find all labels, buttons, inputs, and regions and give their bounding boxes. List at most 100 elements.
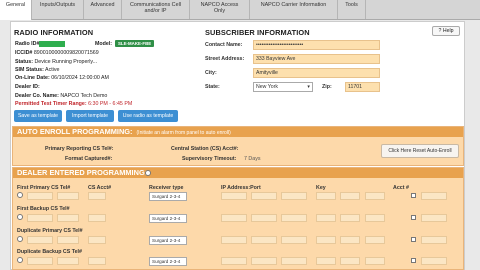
row2-acct-num[interactable]	[421, 214, 447, 222]
row1-acct-field[interactable]	[88, 192, 106, 200]
row2-tel-field[interactable]	[27, 214, 53, 222]
row3-tel2-field[interactable]	[57, 236, 79, 244]
receiver-type-header: Receiver type	[149, 185, 184, 191]
dealer-programming-section: DEALER ENTERED PROGRAMMING: CS Acct# Rec…	[12, 167, 464, 270]
zip-field[interactable]: 11701	[345, 82, 380, 92]
row2-ip-1[interactable]	[221, 214, 247, 222]
state-select[interactable]: New York ▾	[253, 82, 313, 92]
reset-auto-enroll-button[interactable]: Click Here Reset Auto-Enroll	[381, 144, 459, 158]
row3-ip-1[interactable]	[221, 236, 247, 244]
row1-tel2-field[interactable]	[57, 192, 79, 200]
row3-tel-field[interactable]	[27, 236, 53, 244]
radio-id-value	[39, 41, 65, 47]
use-radio-template-button[interactable]: Use radio as template	[118, 110, 178, 122]
row2-radio[interactable]	[17, 214, 23, 220]
radio-id-label: Radio ID#	[15, 41, 40, 47]
auto-enroll-section: AUTO ENROLL PROGRAMMING: (Initiate an ala…	[12, 126, 464, 166]
row3-receiver-select[interactable]: Surgard 2-3-4	[149, 236, 187, 245]
row1-ip-2[interactable]	[251, 192, 277, 200]
row4-ip-3[interactable]	[281, 257, 307, 265]
row3-acct-field[interactable]	[88, 236, 106, 244]
subscriber-info-title: SUBSCRIBER INFORMATION	[205, 28, 310, 37]
row4-key-3[interactable]	[365, 257, 385, 265]
row3-radio[interactable]	[17, 236, 23, 242]
row4-key-2[interactable]	[340, 257, 360, 265]
row4-key-1[interactable]	[316, 257, 336, 265]
chevron-down-icon: ▾	[307, 84, 310, 90]
street-label: Street Address:	[205, 56, 245, 62]
import-template-button[interactable]: Import template	[66, 110, 114, 122]
row2-key-1[interactable]	[316, 214, 336, 222]
row1-checkbox[interactable]	[411, 193, 416, 198]
dealer-programming-header: DEALER ENTERED PROGRAMMING:	[13, 168, 463, 178]
key-header: Key	[316, 185, 326, 191]
row3-key-3[interactable]	[365, 236, 385, 244]
row4-acct-field[interactable]	[88, 257, 106, 265]
model-badge: SLE-MAKE-FBE	[115, 40, 155, 47]
row1-key-3[interactable]	[365, 192, 385, 200]
row4-checkbox[interactable]	[411, 258, 416, 263]
dealer-programming-radio[interactable]	[145, 170, 151, 176]
row1-ip-3[interactable]	[281, 192, 307, 200]
street-field[interactable]: 333 Bayview Ave	[253, 54, 380, 64]
city-label: City:	[205, 70, 217, 76]
row2-checkbox[interactable]	[411, 215, 416, 220]
dealer-co-row: Dealer Co. Name: NAPCO Tech Demo	[15, 93, 108, 99]
row1-receiver-select[interactable]: Surgard 2-3-4	[149, 192, 187, 201]
first-primary-label: First Primary CS Tel#	[17, 185, 71, 191]
tab-napco-access[interactable]: NAPCO Access Only	[190, 0, 250, 19]
row3-key-1[interactable]	[316, 236, 336, 244]
online-value: 06/10/2024 12:00:00 AM	[51, 75, 109, 81]
contact-field[interactable]: ••••••••••••••••••••••••••	[253, 40, 380, 50]
city-field[interactable]: Amityville	[253, 68, 380, 78]
supervisory-timeout-label: Supervisory Timeout:	[182, 156, 237, 162]
row4-tel2-field[interactable]	[57, 257, 79, 265]
tab-napco-carrier[interactable]: NAPCO Carrier Information	[250, 0, 338, 19]
row3-acct-num[interactable]	[421, 236, 447, 244]
row4-acct-num[interactable]	[421, 257, 447, 265]
tab-inputs-outputs[interactable]: Inputs/Outputs	[32, 0, 84, 19]
duplicate-backup-label: Duplicate Backup CS Tel#	[17, 249, 82, 255]
row2-key-2[interactable]	[340, 214, 360, 222]
tab-tools[interactable]: Tools	[338, 0, 366, 19]
row1-acct-num[interactable]	[421, 192, 447, 200]
help-button[interactable]: ? Help	[432, 26, 460, 36]
row2-tel2-field[interactable]	[57, 214, 79, 222]
auto-enroll-note: (Initiate an alarm from panel to auto en…	[136, 130, 231, 136]
row2-key-3[interactable]	[365, 214, 385, 222]
row4-radio[interactable]	[17, 257, 23, 263]
dealer-id-row: Dealer ID:	[15, 84, 40, 90]
row3-key-2[interactable]	[340, 236, 360, 244]
row1-key-2[interactable]	[340, 192, 360, 200]
save-template-button[interactable]: Save as template	[14, 110, 62, 122]
contact-label: Contact Name:	[205, 42, 243, 48]
central-acct-label: Central Station (CS) Acct#:	[171, 146, 239, 152]
row3-checkbox[interactable]	[411, 237, 416, 242]
row2-acct-field[interactable]	[88, 214, 106, 222]
tab-communications[interactable]: Communications Cell and/or IP	[122, 0, 190, 19]
row2-ip-2[interactable]	[251, 214, 277, 222]
row4-ip-1[interactable]	[221, 257, 247, 265]
status-value: Device Running Properly...	[34, 59, 98, 65]
acct-header: Acct #	[393, 185, 409, 191]
dealer-co-value: NAPCO Tech Demo	[60, 93, 108, 99]
timer-value: 6:30 PM - 6:45 PM	[88, 101, 133, 107]
auto-enroll-header: AUTO ENROLL PROGRAMMING: (Initiate an ala…	[13, 127, 463, 137]
row4-ip-2[interactable]	[251, 257, 277, 265]
row1-radio[interactable]	[17, 192, 23, 198]
row1-tel-field[interactable]	[27, 192, 53, 200]
state-label: State:	[205, 84, 220, 90]
row4-receiver-select[interactable]: Surgard 2-3-4	[149, 257, 187, 266]
status-row: Status: Device Running Properly...	[15, 59, 98, 65]
tab-bar: General Inputs/Outputs Advanced Communic…	[0, 0, 480, 20]
row2-receiver-select[interactable]: Surgard 2-3-4	[149, 214, 187, 223]
row4-tel-field[interactable]	[27, 257, 53, 265]
row2-ip-3[interactable]	[281, 214, 307, 222]
row3-ip-2[interactable]	[251, 236, 277, 244]
help-icon: ?	[438, 28, 442, 34]
row1-ip-1[interactable]	[221, 192, 247, 200]
tab-general[interactable]: General	[0, 0, 32, 20]
row1-key-1[interactable]	[316, 192, 336, 200]
tab-advanced[interactable]: Advanced	[84, 0, 122, 19]
row3-ip-3[interactable]	[281, 236, 307, 244]
